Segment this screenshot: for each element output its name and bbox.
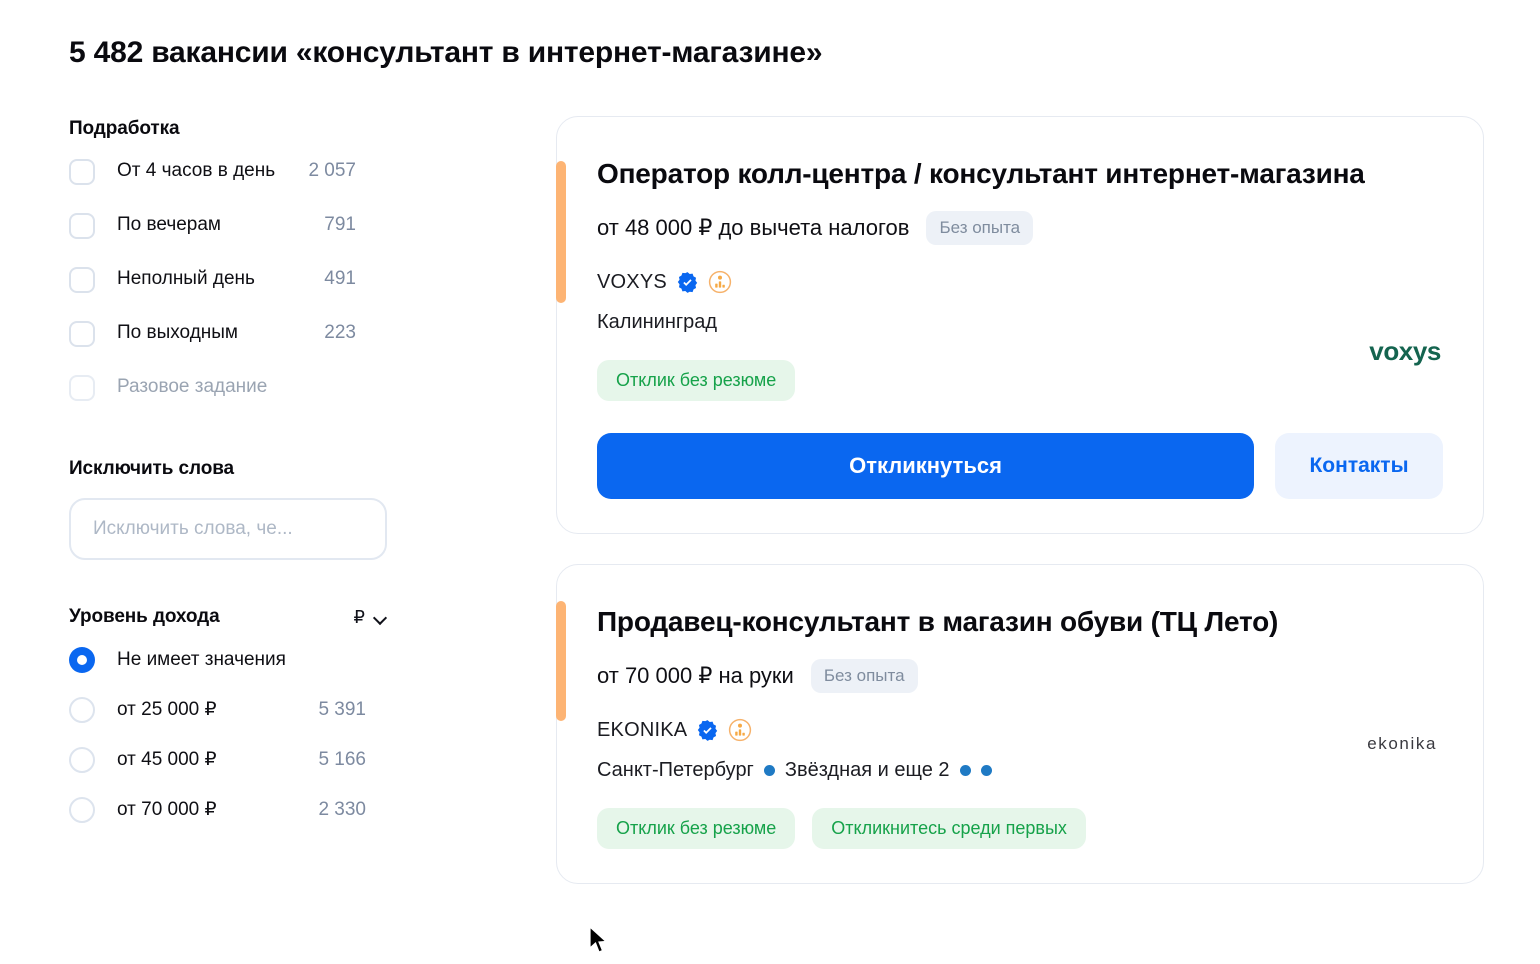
filter-group-income: Уровень дохода ₽ Не имеет значения от 25…: [69, 606, 469, 834]
salary-row: от 48 000 ₽ до вычета налогов Без опыта: [597, 211, 1443, 245]
company-row: EKONIKA: [597, 718, 1443, 742]
checkbox-icon: [69, 375, 95, 401]
location-row: Санкт-Петербург Звёздная и еще 2: [597, 759, 1443, 782]
exclude-words-input[interactable]: [69, 498, 387, 560]
city-name: Калининград: [597, 311, 718, 333]
vacancy-tag: Отклик без резюме: [597, 808, 796, 849]
vacancy-salary: от 48 000 ₽ до вычета налогов: [597, 215, 910, 240]
income-option-any[interactable]: Не имеет значения: [69, 646, 391, 684]
company-name[interactable]: EKONIKA: [597, 719, 687, 742]
checkbox-icon[interactable]: [69, 321, 95, 347]
salary-row: от 70 000 ₽ на руки Без опыта: [597, 659, 1443, 693]
mouse-cursor: [589, 926, 608, 953]
metro-dot-icon: [980, 765, 992, 776]
employer-logo-ekonika: ekonika: [1367, 734, 1437, 753]
income-option-count: 2 330: [318, 799, 366, 820]
radio-icon[interactable]: [69, 647, 95, 673]
contacts-button[interactable]: Контакты: [1275, 433, 1443, 499]
income-heading-row: Уровень дохода ₽: [69, 606, 387, 628]
vacancy-title[interactable]: Продавец-консультант в магазин обуви (ТЦ…: [597, 601, 1397, 642]
checkbox-icon[interactable]: [69, 159, 95, 185]
filter-option-label: От 4 часов в день: [117, 160, 276, 181]
filter-group-exclude-words: Исключить слова: [69, 458, 469, 560]
verified-check-icon: [698, 719, 718, 741]
income-option-label: от 25 000 ₽: [117, 699, 217, 720]
filter-option-label: Неполный день: [117, 268, 255, 289]
experience-badge: Без опыта: [810, 659, 918, 693]
trusted-employer-icon: [708, 270, 732, 294]
chevron-down-icon: [374, 613, 387, 621]
filter-option-partial-day[interactable]: Неполный день 491: [69, 265, 391, 305]
filter-option-count: 2 057: [308, 160, 356, 181]
filter-group-heading: Подработка: [69, 118, 180, 139]
vacancy-salary: от 70 000 ₽ на руки: [597, 663, 794, 688]
company-row: VOXYS: [597, 270, 1443, 294]
results-list: Оператор колл-центра / консультант интер…: [556, 116, 1484, 914]
card-accent-bar: [556, 161, 566, 303]
filter-option-count: 791: [324, 214, 356, 235]
filter-group-heading: Уровень дохода: [69, 606, 220, 627]
action-row: Откликнуться Контакты: [597, 433, 1443, 499]
vacancy-tag: Отклик без резюме: [597, 360, 796, 401]
tag-row: Отклик без резюме: [597, 360, 1443, 401]
filter-option-evenings[interactable]: По вечерам 791: [69, 211, 391, 251]
trusted-employer-icon: [729, 718, 752, 742]
filter-option-count: 491: [324, 268, 356, 289]
filter-option-label: По вечерам: [117, 214, 221, 235]
employer-logo-voxys: voxys: [1369, 336, 1441, 366]
metro-dot-icon: [959, 765, 971, 776]
company-name[interactable]: VOXYS: [597, 271, 667, 294]
filter-option-weekends[interactable]: По выходным 223: [69, 319, 391, 359]
location-row: Калининград: [597, 311, 1443, 334]
search-results-page: 5 482 вакансии «консультант в интернет-м…: [0, 0, 1540, 964]
income-option-45000[interactable]: от 45 000 ₽ 5 166: [69, 746, 391, 784]
filter-option-label: Разовое задание: [117, 376, 268, 397]
currency-symbol: ₽: [353, 606, 365, 627]
experience-badge: Без опыта: [926, 211, 1034, 245]
filters-sidebar: Подработка От 4 часов в день 2 057 По ве…: [69, 118, 469, 846]
part-time-option-list: От 4 часов в день 2 057 По вечерам 791 Н…: [69, 157, 469, 413]
income-option-list: Не имеет значения от 25 000 ₽ 5 391 от 4…: [69, 646, 469, 834]
currency-select[interactable]: ₽: [354, 607, 387, 628]
income-option-label: от 70 000 ₽: [117, 799, 217, 820]
apply-button[interactable]: Откликнуться: [597, 433, 1254, 499]
tag-row: Отклик без резюме Откликнитесь среди пер…: [597, 808, 1443, 849]
page-title: 5 482 вакансии «консультант в интернет-м…: [69, 36, 823, 69]
filter-group-heading: Исключить слова: [69, 458, 235, 479]
metro-dot-icon: [763, 765, 775, 776]
income-option-count: 5 166: [318, 749, 366, 770]
checkbox-icon[interactable]: [69, 213, 95, 239]
filter-group-part-time: Подработка От 4 часов в день 2 057 По ве…: [69, 118, 469, 413]
vacancy-card[interactable]: Продавец-консультант в магазин обуви (ТЦ…: [556, 564, 1484, 884]
checkbox-icon[interactable]: [69, 267, 95, 293]
metro-station-label[interactable]: Звёздная и еще 2: [785, 759, 950, 782]
filter-option-4-hours[interactable]: От 4 часов в день 2 057: [69, 157, 391, 197]
income-option-count: 5 391: [318, 699, 366, 720]
income-option-25000[interactable]: от 25 000 ₽ 5 391: [69, 696, 391, 734]
filter-option-count: 223: [324, 322, 356, 343]
radio-icon[interactable]: [69, 797, 95, 823]
income-option-70000[interactable]: от 70 000 ₽ 2 330: [69, 796, 391, 834]
filter-option-one-time-task: Разовое задание: [69, 373, 391, 413]
card-accent-bar: [556, 601, 566, 721]
verified-check-icon: [677, 271, 698, 293]
vacancy-card[interactable]: Оператор колл-центра / консультант интер…: [556, 116, 1484, 534]
vacancy-title[interactable]: Оператор колл-центра / консультант интер…: [597, 153, 1397, 194]
radio-icon[interactable]: [69, 697, 95, 723]
radio-icon[interactable]: [69, 747, 95, 773]
income-option-label: Не имеет значения: [117, 649, 286, 670]
vacancy-tag: Откликнитесь среди первых: [812, 808, 1086, 849]
filter-option-label: По выходным: [117, 322, 238, 343]
income-option-label: от 45 000 ₽: [117, 749, 217, 770]
city-name: Санкт-Петербург: [597, 759, 754, 781]
